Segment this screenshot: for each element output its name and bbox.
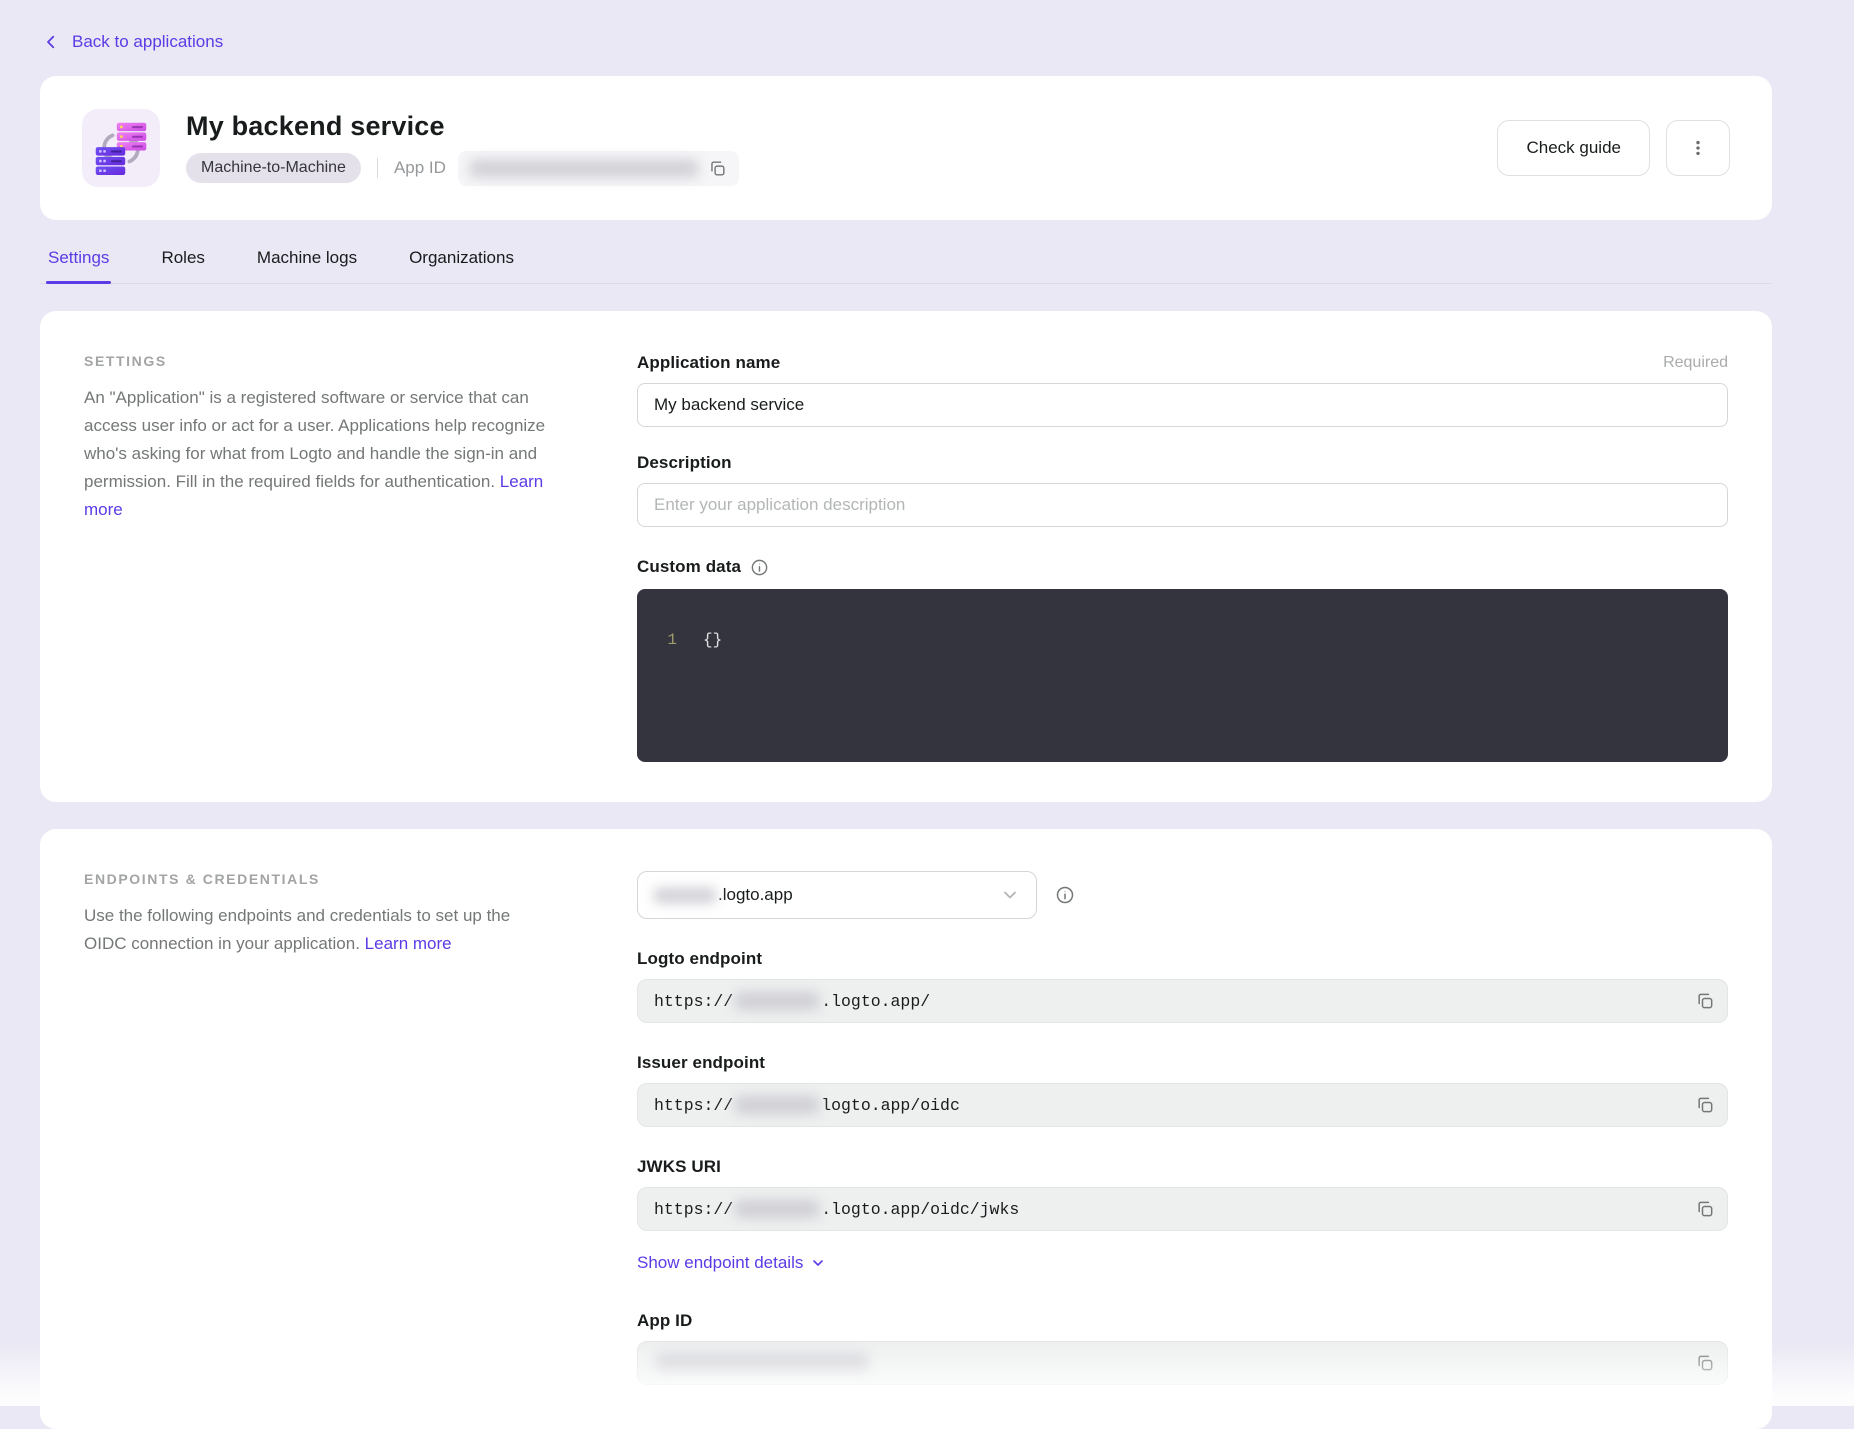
app-id-redacted-value (470, 160, 698, 177)
tenant-domain-suffix: .logto.app (718, 885, 1000, 905)
endpoints-card: ENDPOINTS & CREDENTIALS Use the followin… (40, 829, 1772, 1429)
settings-card-form: Application name Required Description Cu… (637, 353, 1728, 762)
url-redacted-tenant (735, 992, 819, 1010)
chevron-down-icon (810, 1255, 826, 1271)
copy-icon (708, 159, 727, 178)
page-title: My backend service (186, 111, 739, 142)
copy-issuer-endpoint-button[interactable] (1695, 1095, 1715, 1115)
back-link-label: Back to applications (72, 32, 223, 52)
copy-logto-endpoint-button[interactable] (1695, 991, 1715, 1011)
issuer-endpoint-field[interactable]: https:// logto.app/oidc (637, 1083, 1728, 1127)
tenant-domain-select[interactable]: .logto.app (637, 871, 1037, 919)
url-redacted-tenant (735, 1096, 819, 1114)
url-prefix: https:// (654, 1096, 733, 1115)
show-endpoint-details-label: Show endpoint details (637, 1253, 803, 1273)
domain-info-button[interactable] (1055, 885, 1075, 905)
url-redacted-tenant (735, 1200, 819, 1218)
settings-section-description: An "Application" is a registered softwar… (84, 388, 545, 491)
url-prefix: https:// (654, 1200, 733, 1219)
settings-card: SETTINGS An "Application" is a registere… (40, 311, 1772, 802)
custom-data-label: Custom data (637, 557, 741, 577)
copy-icon (1695, 1095, 1715, 1115)
app-id-field-label: App ID (637, 1311, 1728, 1331)
application-details-page: Back to applications (0, 0, 1854, 1429)
tenant-name-redacted (654, 888, 716, 903)
endpoints-learn-more-link[interactable]: Learn more (365, 934, 452, 953)
code-content: {} (703, 629, 722, 762)
machine-to-machine-app-icon (82, 109, 160, 187)
back-chevron-icon (42, 33, 60, 51)
jwks-uri-label: JWKS URI (637, 1157, 1728, 1177)
code-line-number: 1 (637, 629, 677, 762)
url-suffix: logto.app/oidc (821, 1096, 960, 1115)
endpoints-section-title: ENDPOINTS & CREDENTIALS (84, 871, 554, 887)
required-note: Required (1663, 354, 1728, 372)
tab-settings[interactable]: Settings (46, 248, 111, 283)
more-actions-button[interactable] (1666, 120, 1730, 176)
copy-jwks-uri-button[interactable] (1695, 1199, 1715, 1219)
settings-section-title: SETTINGS (84, 353, 554, 369)
tab-organizations[interactable]: Organizations (407, 248, 516, 283)
custom-data-code-editor[interactable]: 1 {} (637, 589, 1728, 762)
copy-icon (1695, 991, 1715, 1011)
app-header-card: My backend service Machine-to-Machine Ap… (40, 76, 1772, 220)
copy-app-id-field-button[interactable] (1695, 1353, 1715, 1373)
tab-roles[interactable]: Roles (159, 248, 206, 283)
info-icon (1055, 885, 1075, 905)
check-guide-button[interactable]: Check guide (1497, 120, 1650, 176)
description-input[interactable] (637, 483, 1728, 527)
endpoints-card-form: .logto.app Logto endpoint https:// .logto… (637, 871, 1728, 1389)
issuer-endpoint-label: Issuer endpoint (637, 1053, 1728, 1073)
application-name-label: Application name (637, 353, 780, 373)
app-id-label: App ID (394, 158, 446, 178)
application-name-input[interactable] (637, 383, 1728, 427)
copy-icon (1695, 1199, 1715, 1219)
copy-app-id-button[interactable] (708, 159, 727, 178)
logto-endpoint-label: Logto endpoint (637, 949, 1728, 969)
app-type-badge: Machine-to-Machine (186, 153, 361, 183)
custom-data-info-button[interactable] (750, 558, 769, 577)
logto-endpoint-field[interactable]: https:// .logto.app/ (637, 979, 1728, 1023)
app-id-field[interactable] (637, 1341, 1728, 1385)
meta-divider (377, 158, 378, 178)
endpoints-card-intro: ENDPOINTS & CREDENTIALS Use the followin… (84, 871, 554, 1389)
info-icon (750, 558, 769, 577)
description-label: Description (637, 453, 732, 472)
url-suffix: .logto.app/ (821, 992, 930, 1011)
tab-machine-logs[interactable]: Machine logs (255, 248, 359, 283)
app-id-redacted-value (656, 1354, 868, 1372)
jwks-uri-field[interactable]: https:// .logto.app/oidc/jwks (637, 1187, 1728, 1231)
tab-bar: Settings Roles Machine logs Organization… (40, 248, 1772, 284)
kebab-icon (1688, 138, 1708, 158)
show-endpoint-details-link[interactable]: Show endpoint details (637, 1253, 826, 1273)
chevron-down-icon (1000, 885, 1020, 905)
app-id-value-pill (458, 151, 739, 186)
settings-card-intro: SETTINGS An "Application" is a registere… (84, 353, 554, 762)
copy-icon (1695, 1353, 1715, 1373)
url-prefix: https:// (654, 992, 733, 1011)
back-to-applications-link[interactable]: Back to applications (42, 32, 223, 52)
url-suffix: .logto.app/oidc/jwks (821, 1200, 1019, 1219)
